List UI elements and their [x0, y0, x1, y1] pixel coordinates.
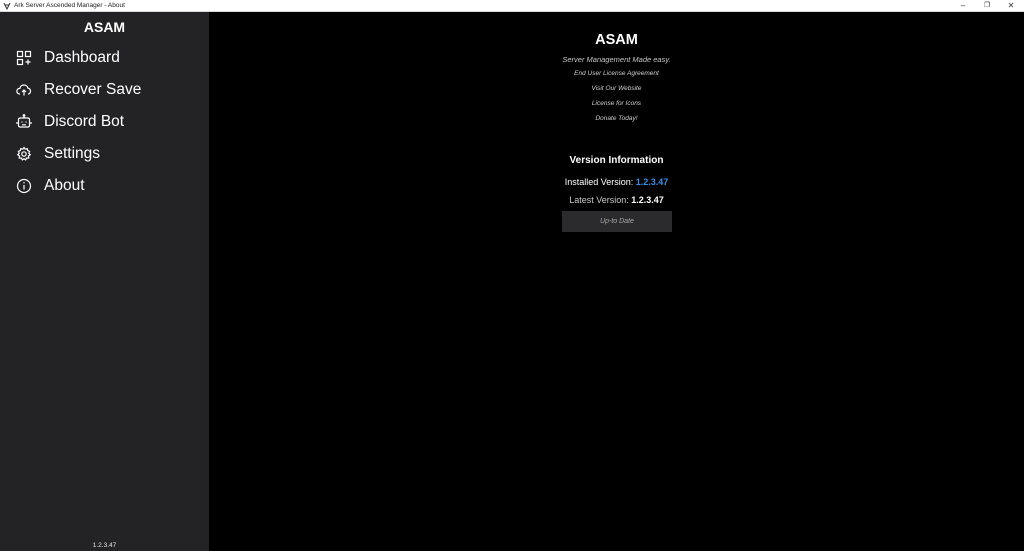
website-link[interactable]: Visit Our Website: [209, 84, 1024, 93]
sidebar-version: 1.2.3.47: [92, 542, 117, 549]
app-icon: [3, 2, 11, 11]
bot-icon: [16, 114, 32, 130]
version-heading: Version Information: [569, 155, 664, 166]
window-title: Ark Server Ascended Manager - About: [14, 2, 125, 9]
installed-version: Installed Version: 1.2.3.47: [209, 176, 1024, 188]
sidebar-item-label: Settings: [44, 145, 101, 162]
maximize-button[interactable]: ❐: [974, 0, 1000, 12]
dashboard-icon: [16, 50, 32, 66]
sidebar-item-dashboard[interactable]: Dashboard: [0, 44, 209, 72]
sidebar-item-label: Recover Save: [44, 81, 142, 98]
sidebar-item-discord-bot[interactable]: Discord Bot: [0, 108, 209, 136]
latest-version-value: 1.2.3.47: [631, 195, 664, 205]
app-window: Ark Server Ascended Manager - About – ❐ …: [0, 0, 1024, 551]
icons-license-link[interactable]: License for Icons: [209, 99, 1024, 108]
title-bar: Ark Server Ascended Manager - About – ❐ …: [0, 0, 1024, 12]
sidebar-title: ASAM: [83, 19, 126, 35]
sidebar-item-label: About: [44, 177, 85, 194]
gear-icon: [16, 146, 32, 162]
close-button[interactable]: ✕: [998, 0, 1024, 12]
minimize-button[interactable]: –: [950, 0, 976, 12]
installed-version-value: 1.2.3.47: [635, 177, 669, 187]
update-status-button[interactable]: Up-to Date: [562, 211, 672, 232]
latest-version: Latest Version: 1.2.3.47: [209, 194, 1024, 206]
info-icon: [16, 178, 32, 194]
sidebar: ASAM Dashboard Recover Save Discord Bot …: [0, 12, 209, 551]
latest-version-label: Latest Version:: [569, 195, 629, 205]
donate-link[interactable]: Donate Today!: [209, 114, 1024, 123]
tagline: Server Management Made easy.: [562, 55, 671, 64]
sidebar-item-about[interactable]: About: [0, 172, 209, 200]
sidebar-item-recover-save[interactable]: Recover Save: [0, 76, 209, 104]
sidebar-item-label: Discord Bot: [44, 113, 125, 130]
page-title: ASAM: [595, 32, 638, 48]
sidebar-item-settings[interactable]: Settings: [0, 140, 209, 168]
cloud-upload-icon: [16, 82, 32, 98]
sidebar-item-label: Dashboard: [44, 49, 120, 66]
installed-version-label: Installed Version:: [564, 177, 634, 187]
eula-link[interactable]: End User License Agreement: [209, 69, 1024, 78]
about-page: ASAM Server Management Made easy. End Us…: [209, 12, 1024, 551]
